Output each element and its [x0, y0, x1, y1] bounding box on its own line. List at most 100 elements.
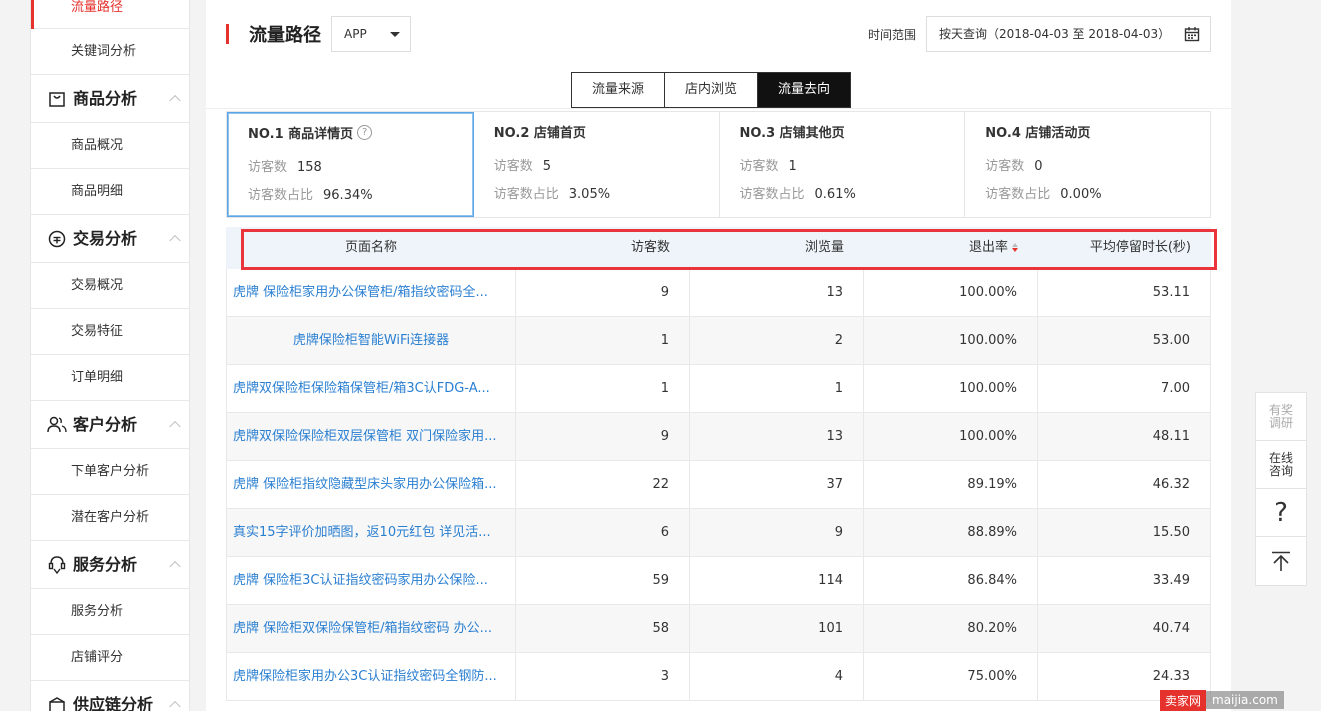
sidebar-item-10[interactable]: 下单客户分析 [31, 449, 189, 495]
sidebar-group-label: 交易分析 [73, 228, 138, 248]
calendar-icon [1184, 27, 1200, 42]
sidebar-item-7[interactable]: 交易特征 [31, 309, 189, 355]
page-name-link[interactable]: 虎牌双保险柜保险箱保管柜/箱3C认FDG-A... [226, 365, 516, 413]
sidebar-item-label: 流量路径 [71, 0, 124, 15]
platform-select-value: APP [344, 27, 367, 41]
destination-card[interactable]: NO.3 店铺其他页 访客数 1 访客数占比 0.61% [720, 112, 966, 217]
sidebar-group-2[interactable]: 商品分析 [31, 75, 189, 123]
date-range-picker[interactable]: 按天查询（2018-04-03 至 2018-04-03） [926, 16, 1211, 52]
table-cell: 53.11 [1038, 269, 1211, 317]
card-ratio-row: 访客数占比 0.61% [740, 183, 945, 202]
table-cell: 2 [690, 317, 864, 365]
col-exit-rate-label: 退出率 [968, 240, 1008, 255]
table-row: 虎牌 保险柜家用办公保管柜/箱指纹密码全... 9 13 100.00% 53.11 [226, 269, 1211, 317]
table-cell: 1 [690, 365, 864, 413]
chevron-up-icon [169, 420, 181, 432]
tab-traffic-destination[interactable]: 流量去向 [757, 72, 852, 108]
page-name-link[interactable]: 虎牌双保险保险柜双层保管柜 双门保险家用... [226, 413, 516, 461]
table-cell: 33.49 [1038, 557, 1211, 605]
sidebar-group-label: 商品分析 [73, 88, 138, 108]
sidebar-item-label: 服务分析 [71, 604, 124, 619]
view-tabs: 流量来源 店内浏览 流量去向 [571, 72, 852, 108]
table-cell: 3 [516, 653, 690, 701]
sidebar-item-1[interactable]: 关键词分析 [31, 29, 189, 75]
destination-card[interactable]: NO.4 店铺活动页 访客数 0 访客数占比 0.00% [965, 112, 1210, 217]
sidebar-group-15[interactable]: 供应链分析 [31, 681, 189, 711]
table-cell: 9 [690, 509, 864, 557]
chevron-up-icon [169, 700, 181, 711]
sort-icon[interactable] [1012, 242, 1018, 253]
sidebar-item-label: 下单客户分析 [71, 464, 150, 479]
table-cell: 100.00% [864, 317, 1038, 365]
sidebar-item-label: 关键词分析 [71, 44, 137, 59]
sidebar-item-4[interactable]: 商品明细 [31, 169, 189, 215]
col-visitors: 访客数 [630, 240, 670, 255]
card-visitors-value: 1 [788, 159, 797, 174]
card-ratio-value: 96.34% [323, 188, 373, 203]
help-icon[interactable]: ? [357, 125, 373, 140]
card-visitors-label: 访客数 [493, 159, 533, 174]
supply-icon [47, 695, 67, 711]
chevron-up-icon [169, 94, 181, 106]
sidebar-item-label: 交易概况 [71, 278, 124, 293]
page-name-link[interactable]: 虎牌 保险柜家用办公保管柜/箱指纹密码全... [226, 269, 516, 317]
sidebar-group-label: 客户分析 [73, 414, 138, 434]
back-to-top-button[interactable] [1256, 537, 1306, 585]
sidebar-item-13[interactable]: 服务分析 [31, 589, 189, 635]
table-cell: 100.00% [864, 269, 1038, 317]
card-ratio-value: 3.05% [568, 187, 611, 202]
table-cell: 53.00 [1038, 317, 1211, 365]
sidebar-item-0[interactable]: 流量路径 [31, 0, 189, 29]
help-button[interactable]: ? [1256, 489, 1306, 537]
title-accent-bar [226, 24, 229, 44]
back-to-top-icon [1272, 551, 1290, 571]
col-avg-duration: 平均停留时长(秒) [1089, 240, 1191, 255]
service-icon [47, 555, 67, 575]
table-cell: 13 [690, 269, 864, 317]
table-body: 虎牌 保险柜家用办公保管柜/箱指纹密码全... 9 13 100.00% 53.11 虎牌… [226, 269, 1211, 701]
sidebar-item-3[interactable]: 商品概况 [31, 123, 189, 169]
page-name-link[interactable]: 虎牌 保险柜3C认证指纹密码家用办公保险... [226, 557, 516, 605]
card-ratio-row: 访客数占比 0.00% [985, 183, 1190, 202]
page-name-link[interactable]: 虎牌 保险柜指纹隐藏型床头家用办公保险箱... [226, 461, 516, 509]
sidebar-item-6[interactable]: 交易概况 [31, 263, 189, 309]
card-ratio-label: 访客数占比 [985, 187, 1051, 202]
table-cell: 59 [516, 557, 690, 605]
page-name-link[interactable]: 虎牌保险柜智能WiFi连接器 [226, 317, 516, 365]
col-exit-rate[interactable]: 退出率 [864, 227, 1038, 269]
table-cell: 88.89% [864, 509, 1038, 557]
sidebar-item-11[interactable]: 潜在客户分析 [31, 495, 189, 541]
platform-select[interactable]: APP [331, 16, 411, 52]
card-ratio-row: 访客数占比 96.34% [248, 184, 453, 203]
sidebar-item-14[interactable]: 店铺评分 [31, 635, 189, 681]
sidebar-group-9[interactable]: 客户分析 [31, 401, 189, 449]
table-cell: 100.00% [864, 413, 1038, 461]
table-cell: 22 [516, 461, 690, 509]
survey-button[interactable]: 有奖 调研 [1256, 393, 1306, 441]
card-visitors-value: 0 [1034, 159, 1043, 174]
watermark-url: maijia.com [1206, 691, 1284, 709]
sidebar-item-label: 商品概况 [71, 138, 124, 153]
page-name-link[interactable]: 虎牌保险柜家用办公3C认证指纹密码全钢防... [226, 653, 516, 701]
tab-traffic-source[interactable]: 流量来源 [571, 72, 666, 108]
sidebar-group-12[interactable]: 服务分析 [31, 541, 189, 589]
tab-store-browse[interactable]: 店内浏览 [664, 72, 759, 108]
table-cell: 9 [516, 413, 690, 461]
survey-label: 有奖 调研 [1268, 402, 1293, 430]
table-cell: 114 [690, 557, 864, 605]
col-page-name: 页面名称 [344, 240, 397, 255]
online-consult-button[interactable]: 在线 咨询 [1256, 441, 1306, 489]
sidebar-group-5[interactable]: 交易分析 [31, 215, 189, 263]
table-row: 虎牌双保险保险柜双层保管柜 双门保险家用... 9 13 100.00% 48.11 [226, 413, 1211, 461]
page-name-link[interactable]: 虎牌 保险柜双保险保管柜/箱指纹密码 办公... [226, 605, 516, 653]
destination-card[interactable]: NO.1 商品详情页 ? 访客数 158 访客数占比 96.34% [227, 112, 474, 217]
destination-card[interactable]: NO.2 店铺首页 访客数 5 访客数占比 3.05% [474, 112, 720, 217]
sidebar-item-8[interactable]: 订单明细 [31, 355, 189, 401]
page-name-link[interactable]: 真实15字评价加晒图，返10元红包 详见活... [226, 509, 516, 557]
table-row: 虎牌 保险柜3C认证指纹密码家用办公保险... 59 114 86.84% 33.49 [226, 557, 1211, 605]
card-visitors-value: 5 [542, 159, 552, 174]
table-cell: 4 [690, 653, 864, 701]
table-cell: 6 [516, 509, 690, 557]
page-title: 流量路径 [249, 25, 321, 46]
main-panel: 流量路径 APP 时间范围 按天查询（2018-04-03 至 2018-04-… [206, 0, 1231, 711]
